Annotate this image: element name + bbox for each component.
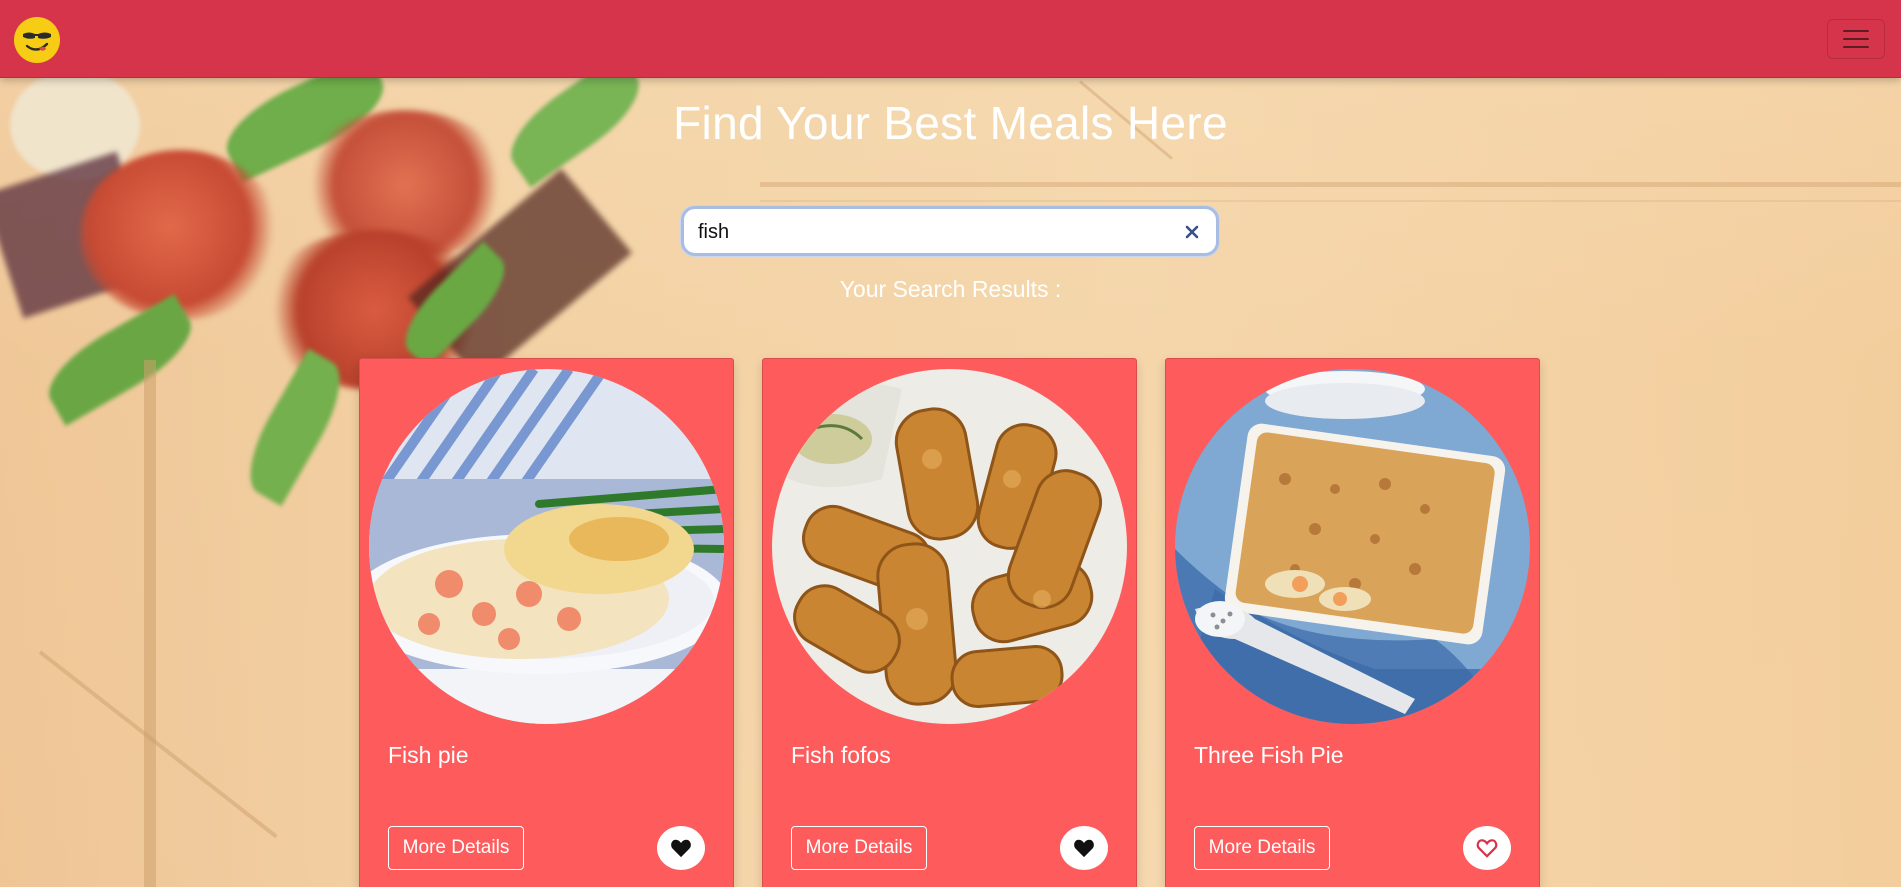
meal-card: Fish fofos More Details bbox=[762, 358, 1137, 887]
smiley-sunglasses-icon[interactable] bbox=[14, 17, 60, 63]
heart-icon[interactable] bbox=[1060, 826, 1108, 870]
more-details-button[interactable]: More Details bbox=[388, 826, 524, 870]
meal-title: Fish fofos bbox=[791, 742, 891, 768]
search-box bbox=[681, 206, 1219, 256]
meal-image bbox=[772, 369, 1127, 724]
meal-title: Fish pie bbox=[388, 742, 469, 768]
heart-icon[interactable] bbox=[657, 826, 705, 870]
more-details-button[interactable]: More Details bbox=[791, 826, 927, 870]
heart-outline-icon[interactable] bbox=[1463, 826, 1511, 870]
meal-card: Three Fish Pie More Details bbox=[1165, 358, 1540, 887]
navbar bbox=[0, 0, 1901, 78]
hamburger-menu-icon[interactable] bbox=[1827, 19, 1885, 59]
meal-image bbox=[369, 369, 724, 724]
results-label: Your Search Results : bbox=[839, 276, 1062, 302]
meal-title: Three Fish Pie bbox=[1194, 742, 1344, 768]
search-input[interactable] bbox=[698, 217, 1168, 247]
page-title: Find Your Best Meals Here bbox=[673, 97, 1228, 149]
close-icon[interactable] bbox=[1184, 224, 1200, 240]
meal-image bbox=[1175, 369, 1530, 724]
meal-card: Fish pie More Details bbox=[359, 358, 734, 887]
more-details-button[interactable]: More Details bbox=[1194, 826, 1330, 870]
